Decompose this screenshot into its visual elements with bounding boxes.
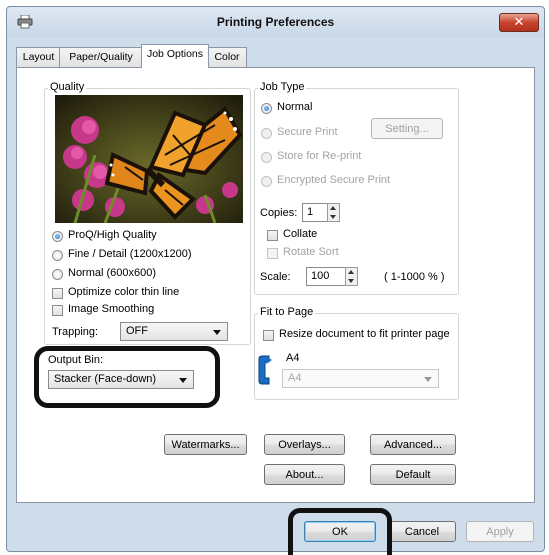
job-type-label-secure-print: Secure Print bbox=[277, 126, 338, 138]
quality-radio-normal[interactable] bbox=[52, 269, 63, 280]
tab-layout[interactable]: Layout bbox=[16, 47, 61, 67]
scale-spinner-icon[interactable] bbox=[345, 267, 358, 286]
optimize-color-thin-line-checkbox[interactable] bbox=[52, 288, 63, 299]
job-type-legend: Job Type bbox=[258, 81, 307, 93]
cancel-button[interactable]: Cancel bbox=[388, 521, 456, 542]
quality-legend: Quality bbox=[48, 81, 87, 93]
output-bin-value: Stacker (Face-down) bbox=[54, 373, 157, 385]
optimize-color-thin-line-label: Optimize color thin line bbox=[68, 286, 180, 298]
butterfly-preview-image bbox=[55, 95, 243, 223]
job-type-label-normal: Normal bbox=[277, 101, 313, 113]
copies-label: Copies: bbox=[260, 207, 298, 219]
job-type-radio-normal[interactable] bbox=[261, 103, 272, 114]
portrait-orientation-icon bbox=[258, 354, 274, 386]
tab-label: Layout bbox=[22, 51, 55, 63]
quality-label-fine: Fine / Detail (1200x1200) bbox=[68, 248, 192, 260]
job-type-radio-secure-print[interactable] bbox=[261, 128, 272, 139]
collate-checkbox[interactable] bbox=[267, 230, 278, 241]
scale-label: Scale: bbox=[260, 271, 291, 283]
dropdown-arrow-icon bbox=[179, 378, 187, 383]
tab-color[interactable]: Color bbox=[207, 47, 247, 67]
dropdown-arrow-icon bbox=[424, 377, 432, 382]
collate-label: Collate bbox=[283, 228, 318, 240]
copies-input[interactable]: 1 bbox=[302, 203, 328, 222]
dropdown-arrow-icon bbox=[213, 330, 221, 335]
quality-label-normal: Normal (600x600) bbox=[68, 267, 157, 279]
job-type-label-encrypted: Encrypted Secure Print bbox=[277, 174, 391, 186]
overlays-button[interactable]: Overlays... bbox=[264, 434, 345, 455]
quality-radio-fine[interactable] bbox=[52, 250, 63, 261]
trapping-label: Trapping: bbox=[52, 326, 99, 338]
quality-label-proq: ProQ/High Quality bbox=[68, 229, 157, 241]
rotate-sort-checkbox[interactable] bbox=[267, 248, 278, 259]
job-type-label-store-for-reprint: Store for Re-print bbox=[277, 150, 362, 162]
tab-label: Job Options bbox=[146, 48, 204, 60]
fit-to-page-legend: Fit to Page bbox=[258, 306, 316, 318]
image-smoothing-checkbox[interactable] bbox=[52, 305, 63, 316]
paper-size-value: A4 bbox=[288, 372, 302, 384]
resize-document-label: Resize document to fit printer page bbox=[279, 328, 450, 340]
copies-spinner-icon[interactable] bbox=[327, 203, 340, 222]
apply-button[interactable]: Apply bbox=[466, 521, 534, 542]
about-button[interactable]: About... bbox=[264, 464, 345, 485]
tab-label: Paper/Quality bbox=[69, 51, 133, 63]
quality-radio-proq[interactable] bbox=[52, 231, 63, 242]
ok-button[interactable]: OK bbox=[304, 521, 376, 542]
scale-range-label: ( 1-1000 % ) bbox=[384, 271, 445, 283]
default-button[interactable]: Default bbox=[370, 464, 456, 485]
output-bin-select[interactable]: Stacker (Face-down) bbox=[48, 370, 194, 389]
watermarks-button[interactable]: Watermarks... bbox=[164, 434, 247, 455]
title-bar: Printing Preferences ✕ bbox=[7, 7, 544, 37]
close-icon: ✕ bbox=[513, 14, 525, 29]
window-title: Printing Preferences bbox=[216, 15, 335, 29]
output-bin-label: Output Bin: bbox=[48, 354, 104, 366]
tab-paper-quality[interactable]: Paper/Quality bbox=[59, 47, 143, 67]
tab-label: Color bbox=[214, 51, 240, 63]
image-smoothing-label: Image Smoothing bbox=[68, 303, 155, 315]
rotate-sort-label: Rotate Sort bbox=[283, 246, 339, 258]
tab-job-options[interactable]: Job Options bbox=[141, 44, 209, 68]
trapping-select[interactable]: OFF bbox=[120, 322, 228, 341]
trapping-value: OFF bbox=[126, 325, 148, 337]
paper-size-label: A4 bbox=[286, 352, 300, 364]
setting-button[interactable]: Setting... bbox=[371, 118, 443, 139]
resize-document-checkbox[interactable] bbox=[263, 330, 274, 341]
close-button[interactable]: ✕ bbox=[499, 13, 539, 32]
scale-input[interactable]: 100 bbox=[306, 267, 346, 286]
advanced-button[interactable]: Advanced... bbox=[370, 434, 456, 455]
paper-size-select[interactable]: A4 bbox=[282, 369, 439, 388]
job-type-radio-encrypted[interactable] bbox=[261, 176, 272, 187]
job-type-radio-store-for-reprint[interactable] bbox=[261, 152, 272, 163]
